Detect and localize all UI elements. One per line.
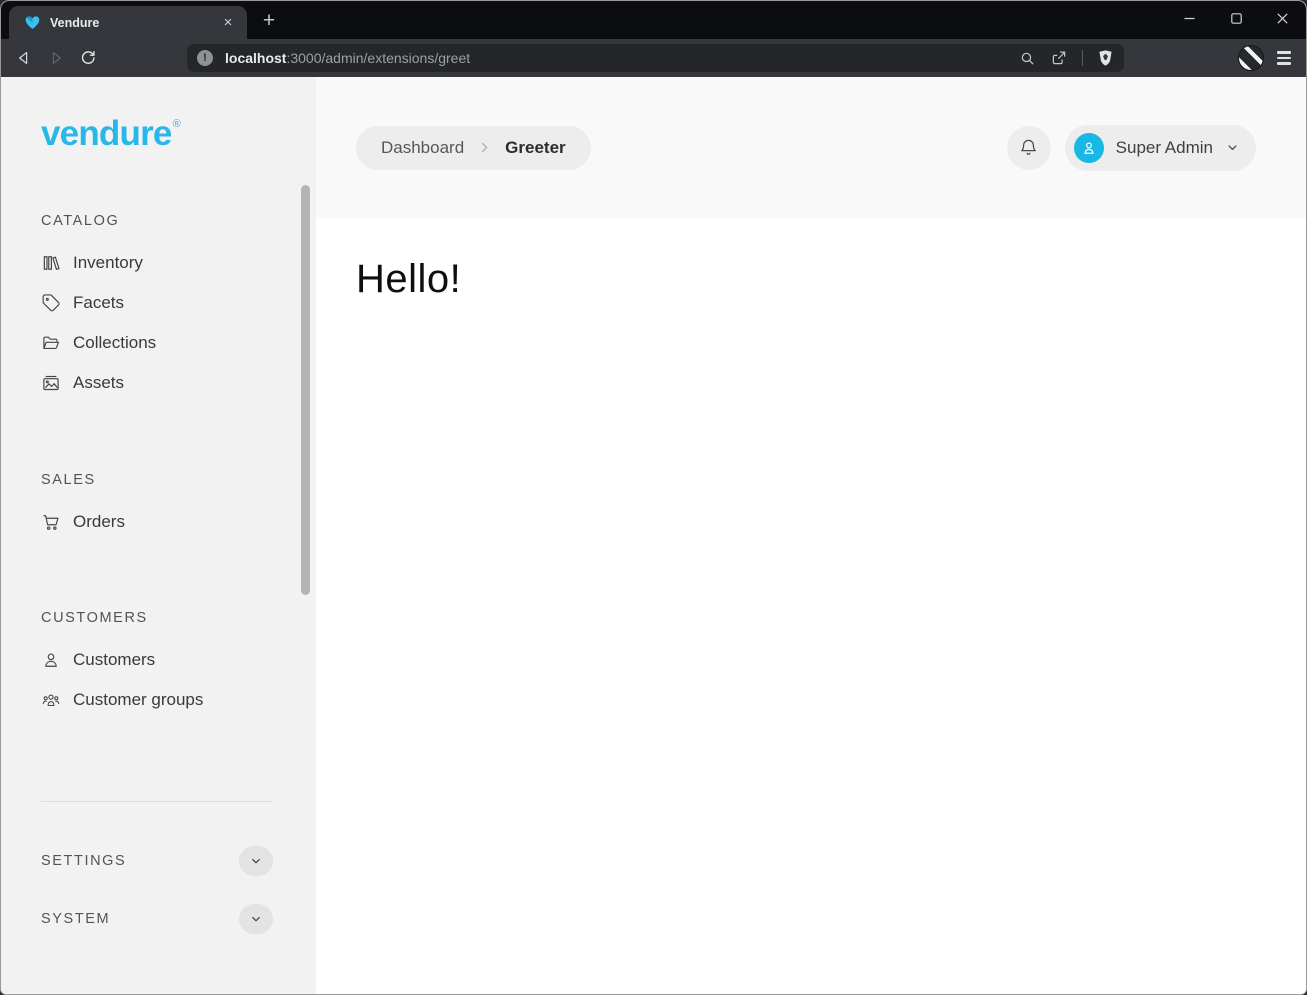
url-text: localhost:3000/admin/extensions/greet xyxy=(225,50,1019,66)
url-path: :3000/admin/extensions/greet xyxy=(286,50,470,66)
breadcrumb: Dashboard Greeter xyxy=(356,126,591,170)
browser-profile-avatar[interactable] xyxy=(1238,45,1264,71)
sales-nav-list: Orders xyxy=(41,502,273,542)
page-topbar: Dashboard Greeter xyxy=(316,77,1306,218)
breadcrumb-dashboard-link[interactable]: Dashboard xyxy=(381,138,464,158)
system-expand-button[interactable] xyxy=(239,904,273,934)
address-bar[interactable]: ! localhost:3000/admin/extensions/greet xyxy=(187,44,1124,72)
site-info-icon[interactable]: ! xyxy=(197,50,213,66)
main-area: Dashboard Greeter xyxy=(316,77,1306,994)
sidebar-divider xyxy=(41,801,273,802)
reload-button[interactable] xyxy=(73,43,103,73)
sidebar-item-orders[interactable]: Orders xyxy=(41,502,273,542)
zoom-page-icon[interactable] xyxy=(1019,50,1036,67)
sidebar-item-label: Facets xyxy=(73,293,124,313)
user-name: Super Admin xyxy=(1116,138,1213,158)
brave-shield-icon[interactable] xyxy=(1097,49,1114,68)
sidebar-item-facets[interactable]: Facets xyxy=(41,283,273,323)
window-close-button[interactable] xyxy=(1259,1,1305,35)
sidebar-item-collections[interactable]: Collections xyxy=(41,323,273,363)
sidebar-item-assets[interactable]: Assets xyxy=(41,363,273,403)
chevron-down-icon xyxy=(249,912,263,926)
vendure-admin-app: vendure® CATALOG Inventory Facets xyxy=(1,77,1306,994)
window-maximize-button[interactable] xyxy=(1213,1,1259,35)
omnibox-divider xyxy=(1082,50,1083,66)
chevron-right-icon xyxy=(477,140,492,155)
customers-nav-list: Customers Customer groups xyxy=(41,640,273,720)
section-heading-catalog: CATALOG xyxy=(41,213,273,229)
share-icon[interactable] xyxy=(1050,49,1068,67)
browser-tab-vendure[interactable]: Vendure × xyxy=(9,6,247,39)
catalog-nav-list: Inventory Facets Collections xyxy=(41,243,273,403)
user-avatar xyxy=(1074,133,1104,163)
browser-menu-icon[interactable] xyxy=(1270,45,1298,71)
sidebar-item-label: Assets xyxy=(73,373,124,393)
cart-icon xyxy=(41,512,61,532)
tab-title: Vendure xyxy=(50,16,219,30)
sidebar-section-settings[interactable]: SETTINGS xyxy=(41,844,273,878)
tab-strip: Vendure × + xyxy=(1,1,1306,39)
section-heading-sales: SALES xyxy=(41,472,273,488)
sidebar-scrollbar-thumb[interactable] xyxy=(301,185,310,595)
sidebar: vendure® CATALOG Inventory Facets xyxy=(1,77,316,994)
vendure-favicon-icon xyxy=(24,14,41,31)
sidebar-section-system[interactable]: SYSTEM xyxy=(41,902,273,936)
forward-button[interactable] xyxy=(41,43,71,73)
sidebar-item-label: Orders xyxy=(73,512,125,532)
user-menu-button[interactable]: Super Admin xyxy=(1065,125,1256,171)
breadcrumb-current: Greeter xyxy=(505,138,565,158)
browser-window: Vendure × + ! localhost:3000/admin/exten… xyxy=(0,0,1307,995)
chevron-down-icon xyxy=(1225,140,1240,155)
sidebar-item-label: Customer groups xyxy=(73,690,203,710)
section-heading-settings: SETTINGS xyxy=(41,853,126,869)
person-icon xyxy=(1080,139,1098,157)
page-content: Hello! xyxy=(316,218,1306,341)
vendure-logo[interactable]: vendure® xyxy=(41,116,273,151)
folder-icon xyxy=(41,333,61,353)
notifications-button[interactable] xyxy=(1007,126,1051,170)
person-icon xyxy=(41,650,61,670)
sidebar-item-label: Inventory xyxy=(73,253,143,273)
registered-mark: ® xyxy=(173,118,180,130)
sidebar-item-customer-groups[interactable]: Customer groups xyxy=(41,680,273,720)
sidebar-item-label: Customers xyxy=(73,650,155,670)
tab-close-icon[interactable]: × xyxy=(219,14,237,32)
tag-icon xyxy=(41,293,61,313)
url-host: localhost xyxy=(225,50,286,66)
section-heading-customers: CUSTOMERS xyxy=(41,610,273,626)
books-icon xyxy=(41,253,61,273)
bell-icon xyxy=(1018,137,1039,158)
new-tab-button[interactable]: + xyxy=(255,8,283,36)
people-icon xyxy=(41,690,61,710)
chevron-down-icon xyxy=(249,854,263,868)
settings-expand-button[interactable] xyxy=(239,846,273,876)
sidebar-item-label: Collections xyxy=(73,333,156,353)
image-icon xyxy=(41,373,61,393)
window-minimize-button[interactable] xyxy=(1166,1,1212,35)
browser-toolbar: ! localhost:3000/admin/extensions/greet xyxy=(1,39,1306,77)
topbar-actions: Super Admin xyxy=(1007,125,1256,171)
back-button[interactable] xyxy=(9,43,39,73)
sidebar-item-customers[interactable]: Customers xyxy=(41,640,273,680)
section-heading-system: SYSTEM xyxy=(41,911,110,927)
sidebar-item-inventory[interactable]: Inventory xyxy=(41,243,273,283)
greeting-heading: Hello! xyxy=(356,257,1266,302)
